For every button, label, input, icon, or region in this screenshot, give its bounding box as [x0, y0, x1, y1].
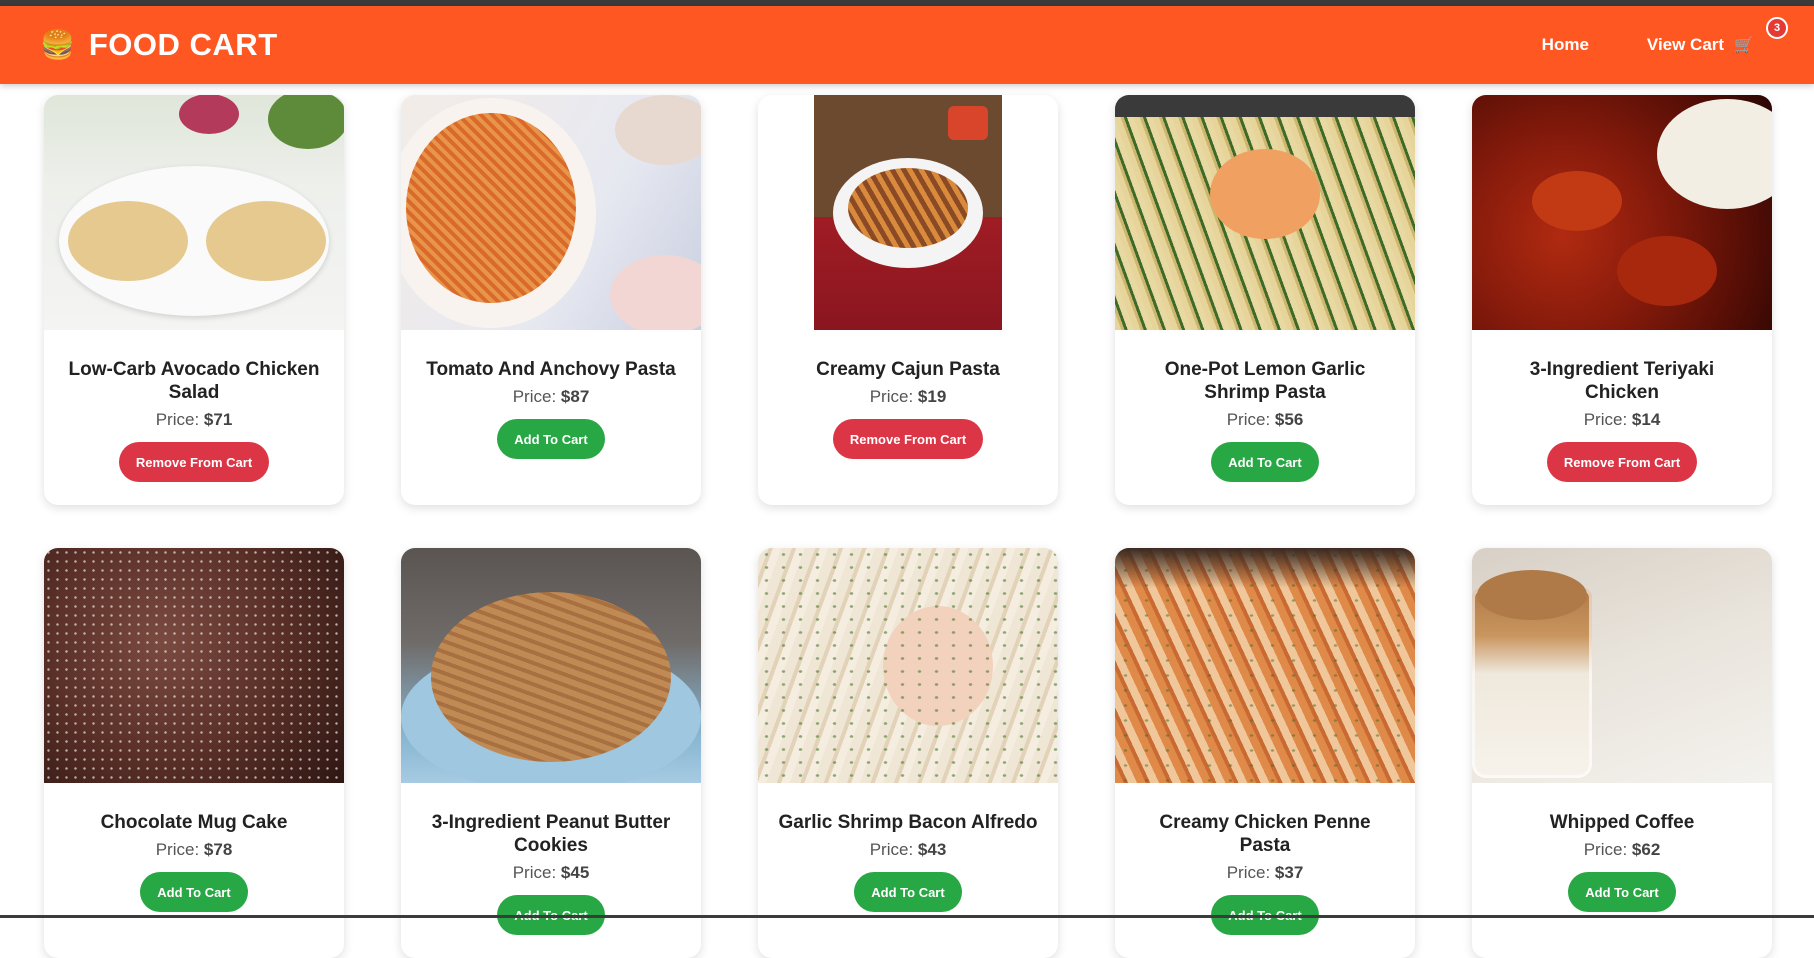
product-name: 3-Ingredient Peanut Butter Cookies [431, 812, 671, 856]
remove-from-cart-button[interactable]: Remove From Cart [118, 442, 270, 482]
product-price: Price: $62 [1583, 840, 1661, 859]
product-name: Creamy Cajun Pasta [816, 359, 1000, 380]
product-card: One-Pot Lemon Garlic Shrimp Pasta Price:… [1115, 95, 1415, 505]
teriyaki-chicken-image [1472, 95, 1772, 330]
shrimp-alfredo-image [758, 548, 1058, 783]
shrimp-pasta-image [1115, 95, 1415, 330]
nav-view-cart-link[interactable]: View Cart 🛒 [1647, 35, 1754, 55]
chicken-salad-image [44, 95, 344, 330]
brand[interactable]: 🍔 FOOD CART [40, 27, 278, 63]
penne-pasta-image [1115, 548, 1415, 783]
burger-icon: 🍔 [40, 29, 75, 60]
product-card: 3-Ingredient Peanut Butter Cookies Price… [401, 548, 701, 958]
product-price: Price: $78 [155, 840, 233, 859]
product-price: Price: $37 [1226, 863, 1304, 882]
product-name: 3-Ingredient Teriyaki Chicken [1529, 359, 1715, 403]
product-card: Creamy Chicken Penne Pasta Price: $37 Ad… [1115, 548, 1415, 958]
product-card: 3-Ingredient Teriyaki Chicken Price: $14… [1472, 95, 1772, 505]
cajun-pasta-image [758, 95, 1058, 330]
product-name: Whipped Coffee [1549, 812, 1695, 833]
product-price: Price: $43 [869, 840, 947, 859]
nav-links: Home View Cart 🛒 3 [1542, 17, 1788, 55]
cart-count-badge: 3 [1766, 17, 1788, 39]
product-price: Price: $14 [1583, 410, 1661, 429]
product-name: Low-Carb Avocado Chicken Salad [68, 359, 320, 403]
navbar: 🍔 FOOD CART Home View Cart 🛒 3 [0, 6, 1814, 84]
product-card: Chocolate Mug Cake Price: $78 Add To Car… [44, 548, 344, 958]
product-name: Chocolate Mug Cake [100, 812, 288, 833]
product-card: Garlic Shrimp Bacon Alfredo Price: $43 A… [758, 548, 1058, 958]
product-card: Low-Carb Avocado Chicken Salad Price: $7… [44, 95, 344, 505]
product-price: Price: $45 [512, 863, 590, 882]
product-price: Price: $71 [155, 410, 233, 429]
product-name: Garlic Shrimp Bacon Alfredo [778, 812, 1038, 833]
brand-title: FOOD CART [88, 27, 278, 62]
product-card: Creamy Cajun Pasta Price: $19 Remove Fro… [758, 95, 1058, 505]
mug-cake-image [44, 548, 344, 783]
remove-from-cart-button[interactable]: Remove From Cart [1546, 442, 1698, 482]
cart-icon: 🛒 [1734, 37, 1754, 54]
add-to-cart-button[interactable]: Add To Cart [854, 872, 962, 912]
product-grid: Low-Carb Avocado Chicken Salad Price: $7… [44, 95, 1772, 958]
nav-home-link[interactable]: Home [1542, 35, 1589, 55]
product-name: Creamy Chicken Penne Pasta [1159, 812, 1371, 856]
whipped-coffee-image [1472, 548, 1772, 783]
tomato-pasta-image [401, 95, 701, 330]
add-to-cart-button[interactable]: Add To Cart [497, 419, 605, 459]
product-card: Tomato And Anchovy Pasta Price: $87 Add … [401, 95, 701, 505]
product-price: Price: $19 [869, 387, 947, 406]
product-name: Tomato And Anchovy Pasta [426, 359, 676, 380]
product-price: Price: $87 [512, 387, 590, 406]
add-to-cart-button[interactable]: Add To Cart [1211, 442, 1319, 482]
remove-from-cart-button[interactable]: Remove From Cart [832, 419, 984, 459]
product-card: Whipped Coffee Price: $62 Add To Cart [1472, 548, 1772, 958]
product-name: One-Pot Lemon Garlic Shrimp Pasta [1164, 359, 1366, 403]
add-to-cart-button[interactable]: Add To Cart [1568, 872, 1676, 912]
peanut-cookies-image [401, 548, 701, 783]
product-price: Price: $56 [1226, 410, 1304, 429]
view-cart-label: View Cart [1646, 35, 1725, 54]
add-to-cart-button[interactable]: Add To Cart [140, 872, 248, 912]
